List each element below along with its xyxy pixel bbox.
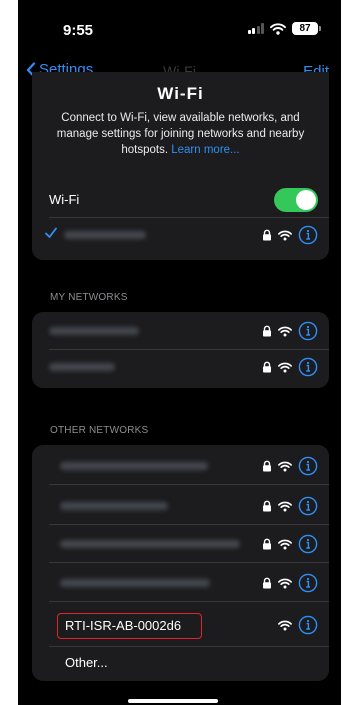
- network-icons: [278, 615, 318, 635]
- wifi-icon: [278, 620, 292, 631]
- other-network-row[interactable]: [32, 449, 329, 485]
- battery-icon: 87: [292, 22, 321, 35]
- blurred-network-name: [60, 540, 240, 548]
- battery-level: 87: [292, 22, 318, 35]
- lock-icon: [262, 577, 272, 589]
- network-icons: [262, 357, 318, 377]
- lock-icon: [262, 500, 272, 512]
- blurred-network-name: [49, 327, 139, 335]
- blurred-network-name: [60, 502, 168, 510]
- other-networks-card: RTI-ISR-AB-0002d6 Other...: [32, 445, 329, 681]
- info-icon[interactable]: [298, 573, 318, 593]
- status-time: 9:55: [63, 22, 94, 39]
- my-networks-card: [32, 312, 329, 388]
- other-network-button[interactable]: Other...: [32, 645, 329, 681]
- info-icon[interactable]: [298, 456, 318, 476]
- info-icon[interactable]: [298, 496, 318, 516]
- blurred-network-name: [49, 363, 115, 371]
- screen: 9:55 87 Settings Wi-Fi Edit Wi-Fi: [18, 0, 341, 705]
- info-icon[interactable]: [298, 534, 318, 554]
- wifi-icon: [278, 326, 292, 337]
- lock-icon: [262, 325, 272, 337]
- my-networks-header: MY NETWORKS: [50, 292, 128, 303]
- network-name: RTI-ISR-AB-0002d6: [65, 618, 182, 633]
- wifi-icon: [278, 230, 292, 241]
- wifi-icon: [278, 501, 292, 512]
- wifi-header-card: Wi-Fi Connect to Wi-Fi, view available n…: [32, 72, 329, 260]
- wifi-icon: [278, 362, 292, 373]
- checkmark-icon: [45, 227, 57, 239]
- lock-icon: [262, 460, 272, 472]
- info-icon[interactable]: [298, 225, 318, 245]
- my-network-row[interactable]: [32, 350, 329, 386]
- other-networks-header: OTHER NETWORKS: [50, 425, 149, 436]
- network-icons: [262, 456, 318, 476]
- network-icons: [262, 496, 318, 516]
- network-icons: [262, 321, 318, 341]
- wifi-toggle-row: Wi-Fi: [32, 182, 329, 218]
- home-indicator: [128, 699, 218, 703]
- wifi-icon: [278, 461, 292, 472]
- wifi-icon: [278, 539, 292, 550]
- blurred-network-name: [60, 579, 210, 587]
- lock-icon: [262, 538, 272, 550]
- blurred-network-name: [60, 462, 208, 470]
- other-label: Other...: [65, 655, 108, 670]
- my-network-row[interactable]: [32, 314, 329, 350]
- wifi-toggle-label: Wi-Fi: [49, 192, 80, 207]
- info-icon[interactable]: [298, 615, 318, 635]
- blurred-network-name: [64, 231, 146, 239]
- cellular-signal-icon: [247, 23, 264, 34]
- wifi-status-icon: [270, 22, 286, 35]
- network-icons: [262, 534, 318, 554]
- other-network-row[interactable]: [32, 527, 329, 563]
- status-bar: 9:55 87: [18, 0, 341, 58]
- connected-network-row[interactable]: [32, 218, 329, 254]
- wifi-icon: [278, 578, 292, 589]
- info-icon[interactable]: [298, 357, 318, 377]
- status-icons: 87: [247, 22, 321, 35]
- other-network-row[interactable]: [32, 489, 329, 525]
- lock-icon: [262, 229, 272, 241]
- page-title: Wi-Fi: [157, 84, 204, 103]
- other-network-row[interactable]: [32, 566, 329, 602]
- network-icons: [262, 573, 318, 593]
- info-icon[interactable]: [298, 321, 318, 341]
- network-row-rti-isr[interactable]: RTI-ISR-AB-0002d6: [32, 605, 329, 647]
- wifi-description: Connect to Wi-Fi, view available network…: [44, 110, 317, 158]
- wifi-toggle[interactable]: [274, 188, 318, 212]
- network-icons: [262, 225, 318, 245]
- learn-more-link[interactable]: Learn more...: [171, 144, 239, 156]
- lock-icon: [262, 361, 272, 373]
